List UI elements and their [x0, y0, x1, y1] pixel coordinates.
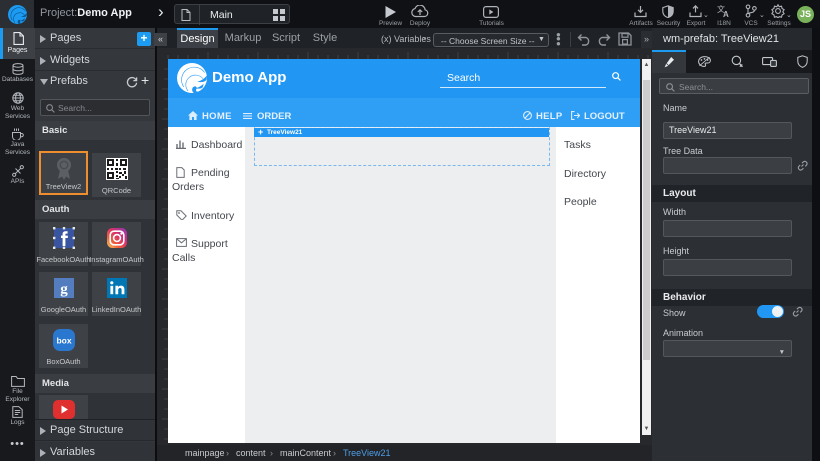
svg-text:box: box [56, 336, 71, 346]
svg-text:A: A [723, 10, 729, 18]
svg-text:g: g [60, 282, 68, 298]
